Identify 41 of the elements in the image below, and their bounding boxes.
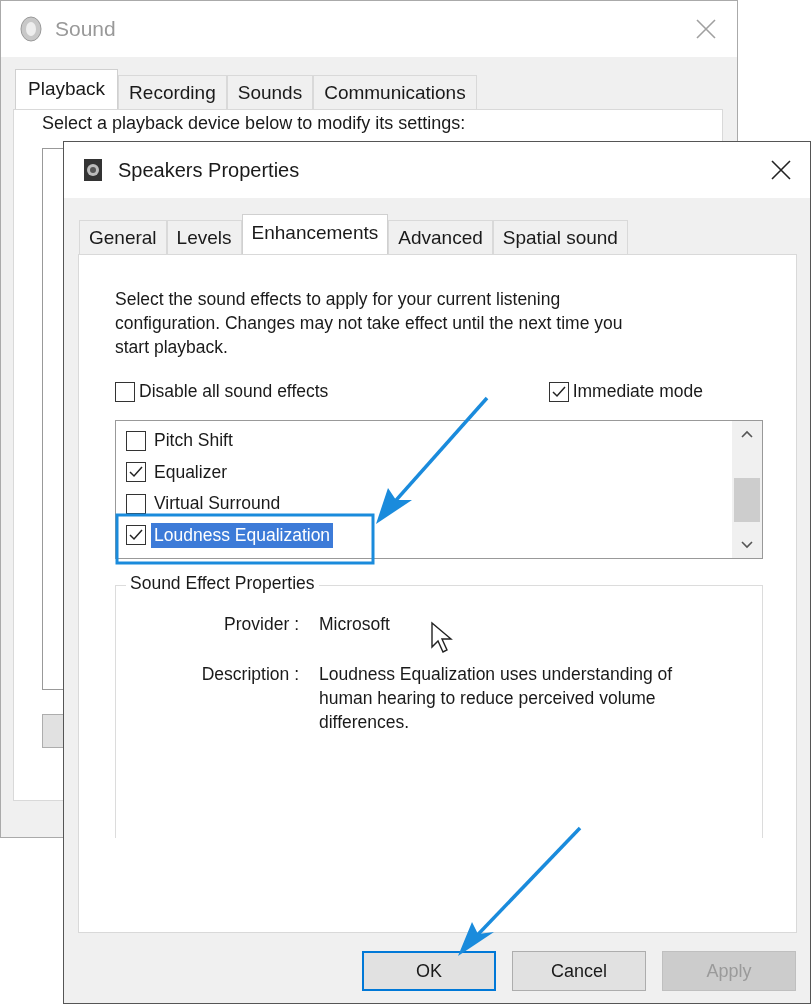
scroll-thumb[interactable] xyxy=(734,477,760,522)
checkbox[interactable] xyxy=(115,381,135,402)
checkbox[interactable] xyxy=(126,430,146,451)
tab[interactable]: General xyxy=(79,220,167,254)
list-item[interactable]: Pitch Shift xyxy=(151,428,236,454)
window-title: Sound xyxy=(55,17,117,41)
tab[interactable]: Advanced xyxy=(388,220,493,254)
checkbox[interactable] xyxy=(126,493,146,514)
tab[interactable]: Recording xyxy=(118,75,227,109)
tab[interactable]: Spatial sound xyxy=(492,220,628,254)
property-label: Description : xyxy=(200,663,299,686)
list-item[interactable]: Equalizer xyxy=(151,459,230,485)
group-title: Sound Effect Properties xyxy=(126,573,319,594)
checkbox[interactable] xyxy=(126,525,146,546)
dialog-button[interactable]: OK xyxy=(362,951,496,991)
window-title: Speakers Properties xyxy=(118,158,301,182)
instruction-text: Select a playback device below to modify its settings: xyxy=(42,113,467,134)
tab[interactable]: Communications xyxy=(313,75,477,109)
speaker-icon xyxy=(82,158,104,182)
property-value: Loudness Equalization uses understanding of human hearing to reduce perceived volume differences. xyxy=(319,663,674,734)
checkbox-label: Disable all sound effects xyxy=(139,381,329,402)
tab[interactable]: Playback xyxy=(15,69,119,109)
speaker-icon xyxy=(19,16,43,42)
dialog-button[interactable]: Cancel xyxy=(512,951,646,991)
scroll-up-icon[interactable] xyxy=(740,429,754,439)
intro-text: Select the sound effects to apply for your current listening configuration. Changes may not take effect until the next time you start playback. xyxy=(115,288,624,359)
property-label: Provider : xyxy=(223,613,299,636)
scroll-down-icon[interactable] xyxy=(740,540,754,550)
effects-list[interactable]: Pitch Shift Equalizer Virtual Surround Loudness Equalization xyxy=(115,420,763,559)
list-item[interactable]: Virtual Surround xyxy=(151,491,284,517)
tab[interactable]: Levels xyxy=(166,220,242,254)
mouse-pointer-icon xyxy=(430,621,456,655)
scrollbar[interactable] xyxy=(732,421,762,558)
property-value: Microsoft xyxy=(319,613,391,636)
tab[interactable]: Enhancements xyxy=(241,214,389,254)
checkbox-label: Immediate mode xyxy=(572,381,703,402)
tab[interactable]: Sounds xyxy=(226,75,314,109)
checkbox[interactable] xyxy=(126,462,146,483)
checkbox[interactable] xyxy=(548,381,569,402)
list-item[interactable]: Loudness Equalization xyxy=(151,522,334,548)
close-icon[interactable] xyxy=(770,159,792,181)
